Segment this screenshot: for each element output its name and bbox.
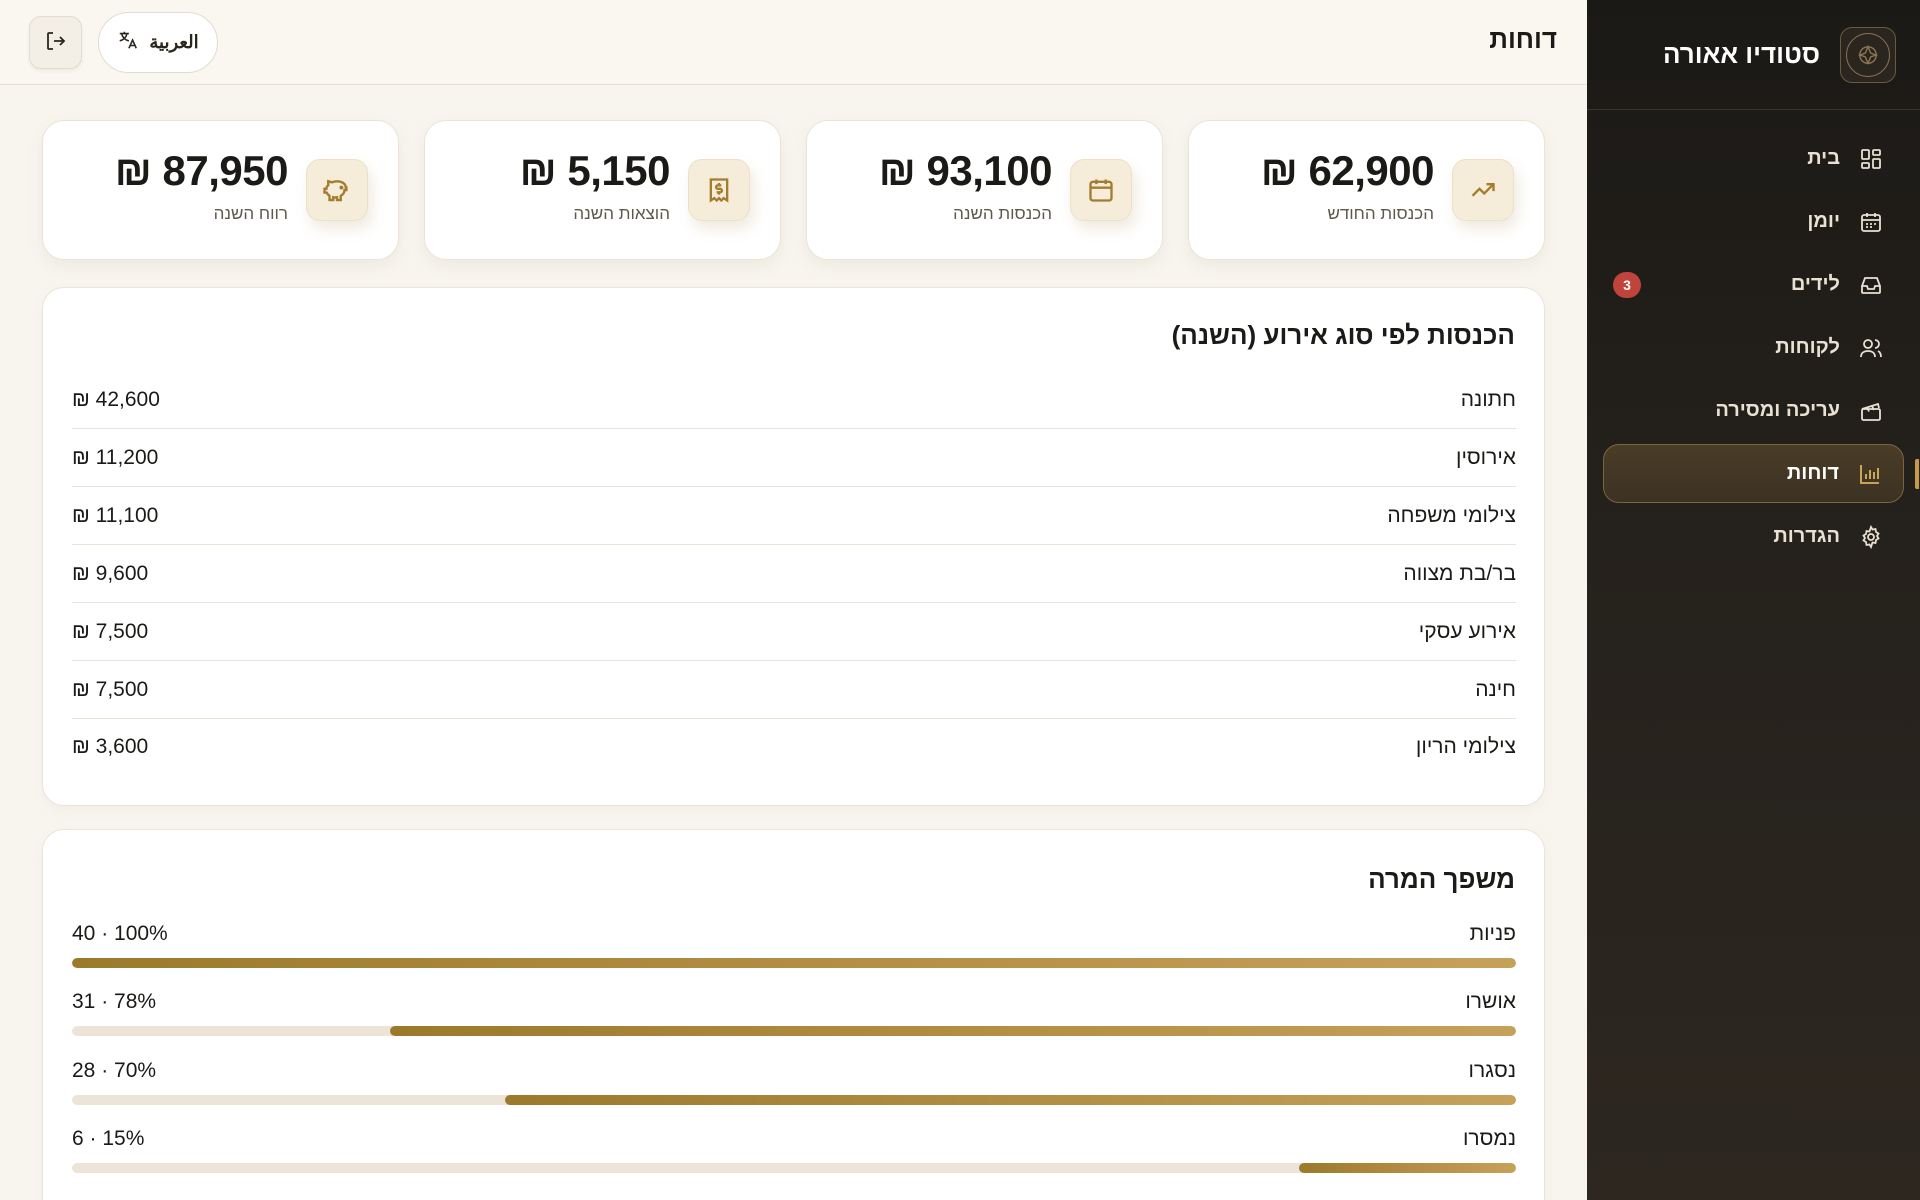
stat-value: ₪ 93,100 [878, 147, 1053, 194]
event-type: אירוע עסקי [1418, 619, 1516, 643]
progress-fill [389, 1026, 1516, 1036]
sidebar-item-label: הגדרות [1773, 525, 1840, 547]
funnel-stage-count: 31 · 78% [72, 990, 157, 1013]
funnel-stage-count: 6 · 15% [72, 1127, 145, 1150]
event-amount: ₪ 11,200 [72, 445, 159, 469]
stat-value: ₪ 5,150 [519, 147, 671, 194]
funnel-stage-label: נמסרו [1462, 1127, 1516, 1150]
progress-track [72, 1026, 1516, 1036]
funnel-row: פניות 40 · 100% [72, 922, 1516, 990]
sidebar-item-label: לקוחות [1775, 336, 1840, 358]
active-indicator [1915, 459, 1919, 489]
funnel-stage-label: פניות [1469, 922, 1516, 945]
progress-track [72, 1095, 1516, 1105]
table-row: חתונה ₪ 42,600 [72, 371, 1516, 429]
event-amount: ₪ 7,500 [72, 619, 149, 643]
revenue-by-type-panel: הכנסות לפי סוג אירוע (השנה) חתונה ₪ 42,6… [42, 287, 1545, 806]
funnel-stage-count: 40 · 100% [72, 922, 168, 945]
funnel-row: אושרו 31 · 78% [72, 990, 1516, 1058]
event-amount: ₪ 42,600 [72, 387, 160, 411]
funnel-stage-label: נסגרו [1468, 1059, 1517, 1082]
sidebar-item-editing[interactable]: עריכה ומסירה [1603, 381, 1904, 440]
table-row: בר/בת מצווה ₪ 9,600 [72, 545, 1516, 603]
sidebar-item-leads[interactable]: לידים 3 [1603, 255, 1904, 314]
event-type: בר/בת מצווה [1403, 561, 1516, 585]
event-type: חתונה [1460, 387, 1516, 411]
page-title: דוחות [1489, 24, 1557, 54]
gear-icon [1858, 524, 1884, 550]
progress-fill [72, 958, 1516, 968]
calendar-icon [1858, 209, 1884, 235]
stat-label: הכנסות השנה [953, 204, 1052, 223]
event-amount: ₪ 11,100 [72, 503, 159, 527]
sidebar-item-label: לידים [1790, 273, 1840, 295]
sidebar-item-calendar[interactable]: יומן [1603, 192, 1904, 251]
calendar-icon [1070, 159, 1132, 221]
leads-count-badge: 3 [1613, 272, 1641, 298]
stat-card-year-profit: ₪ 87,950 רווח השנה [42, 120, 399, 260]
progress-fill [1299, 1163, 1516, 1173]
event-type: חינה [1475, 677, 1516, 701]
dashboard-icon [1858, 146, 1884, 172]
receipt-icon [688, 159, 750, 221]
inbox-icon [1858, 272, 1884, 298]
sidebar-item-settings[interactable]: הגדרות [1603, 507, 1904, 566]
conversion-funnel-panel: משפך המרה פניות 40 · 100% אושרו 31 · 78%… [42, 829, 1545, 1200]
stats-row: ₪ 62,900 הכנסות החודש ₪ 93,100 הכנסות הש… [42, 120, 1545, 260]
sidebar: סטודיו אאורה בית יומן לידים 3 לקוחות ערי… [1587, 0, 1920, 1200]
table-row: אירוע עסקי ₪ 7,500 [72, 603, 1516, 661]
brand-name: סטודיו אאורה [1662, 39, 1820, 69]
language-button[interactable]: العربية [98, 12, 218, 73]
bar-chart-icon [1857, 461, 1883, 487]
progress-track [72, 1163, 1516, 1173]
stat-card-month-income: ₪ 62,900 הכנסות החודש [1188, 120, 1545, 260]
table-row: חינה ₪ 7,500 [72, 661, 1516, 719]
sidebar-item-label: יומן [1807, 210, 1840, 232]
sidebar-nav: בית יומן לידים 3 לקוחות עריכה ומסירה דוח… [1587, 110, 1920, 566]
funnel-row: נמסרו 6 · 15% [72, 1127, 1516, 1195]
event-amount: ₪ 7,500 [72, 677, 149, 701]
brand-logo[interactable] [1840, 26, 1896, 83]
event-type: צילומי הריון [1415, 735, 1516, 758]
stat-card-year-expenses: ₪ 5,150 הוצאות השנה [424, 120, 781, 260]
funnel-row: נסגרו 28 · 70% [72, 1059, 1516, 1127]
sidebar-item-clients[interactable]: לקוחות [1603, 318, 1904, 377]
trending-up-icon [1452, 159, 1514, 221]
stat-label: הוצאות השנה [573, 204, 670, 223]
event-amount: ₪ 9,600 [72, 561, 149, 585]
sidebar-item-label: בית [1807, 147, 1840, 169]
stat-value: ₪ 62,900 [1260, 147, 1435, 194]
progress-fill [505, 1095, 1516, 1105]
stat-value: ₪ 87,950 [114, 147, 289, 194]
panel-title: משפך המרה [1368, 864, 1515, 894]
funnel-stage-count: 28 · 70% [72, 1059, 157, 1082]
event-type: צילומי משפחה [1387, 503, 1516, 527]
logout-button[interactable] [29, 16, 82, 69]
table-row: צילומי הריון ₪ 3,600 [72, 718, 1516, 776]
stat-card-year-income: ₪ 93,100 הכנסות השנה [806, 120, 1163, 260]
brand: סטודיו אאורה [1587, 0, 1920, 110]
table-row: אירוסין ₪ 11,200 [72, 429, 1516, 487]
table-row: צילומי משפחה ₪ 11,100 [72, 487, 1516, 545]
clapperboard-icon [1858, 398, 1884, 424]
panel-title: הכנסות לפי סוג אירוע (השנה) [1171, 320, 1515, 350]
sidebar-item-home[interactable]: בית [1603, 129, 1904, 188]
sidebar-item-reports[interactable]: דוחות [1603, 444, 1919, 503]
logout-icon [44, 29, 68, 56]
language-label: العربية [149, 32, 199, 52]
stat-label: רווח השנה [213, 204, 288, 223]
sidebar-item-label: דוחות [1786, 462, 1839, 484]
translate-icon [117, 29, 139, 56]
event-amount: ₪ 3,600 [72, 735, 149, 758]
progress-track [72, 958, 1516, 968]
users-icon [1858, 335, 1884, 361]
sidebar-item-label: עריכה ומסירה [1715, 399, 1840, 421]
event-type: אירוסין [1456, 445, 1516, 469]
piggy-bank-icon [306, 159, 368, 221]
topbar: דוחות العربية [0, 0, 1587, 85]
funnel-stage-label: אושרו [1465, 990, 1516, 1013]
stat-label: הכנסות החודש [1327, 204, 1434, 223]
